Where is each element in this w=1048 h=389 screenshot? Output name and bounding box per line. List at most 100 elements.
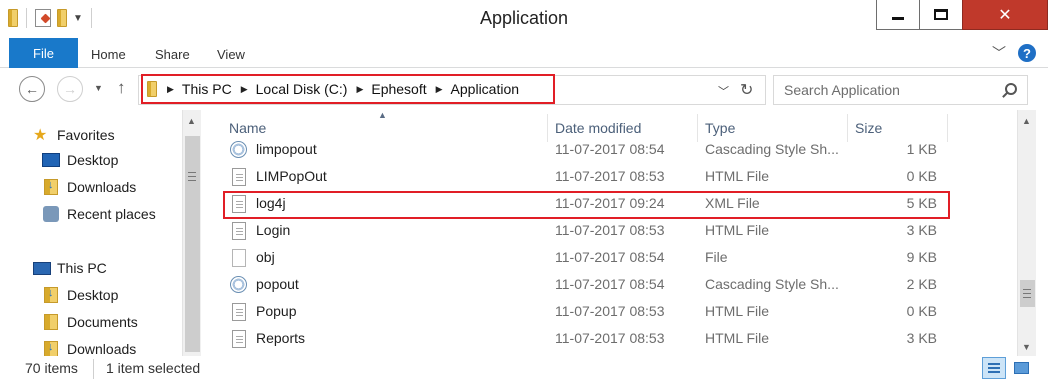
file-row-limpopout[interactable]: limpopout 11-07-2017 08:54 Cascading Sty… [201, 137, 1017, 164]
up-arrow-icon[interactable]: ↑ [117, 78, 126, 98]
minimize-button[interactable] [876, 0, 920, 30]
forward-button[interactable]: → [57, 76, 83, 102]
tab-file[interactable]: File [9, 38, 78, 68]
tab-home[interactable]: Home [91, 47, 126, 62]
breadcrumb[interactable]: ▶ This PC ▶ Local Disk (C:) ▶ Ephesoft ▶… [141, 74, 555, 104]
file-size: 0 KB [906, 168, 937, 184]
nav-label: Desktop [67, 287, 119, 303]
html-file-icon [232, 168, 246, 186]
file-name: Login [256, 222, 291, 238]
file-row-obj[interactable]: obj 11-07-2017 08:54 File 9 KB [201, 245, 1017, 272]
nav-label: This PC [57, 260, 107, 276]
nav-item-desktop[interactable]: Desktop [44, 287, 118, 303]
nav-this-pc[interactable]: This PC [33, 260, 107, 276]
file-name: Reports [256, 330, 306, 346]
file-row-popout[interactable]: popout 11-07-2017 08:54 Cascading Style … [201, 272, 1017, 299]
search-icon[interactable] [1005, 83, 1017, 95]
scroll-up-icon[interactable]: ▲ [1022, 116, 1031, 126]
close-button[interactable]: ✕ [962, 0, 1048, 30]
large-icons-view-icon [1013, 362, 1029, 374]
file-size: 0 KB [906, 303, 937, 319]
folder-icon [147, 81, 157, 97]
details-view-button[interactable] [982, 357, 1006, 379]
selection-count: 1 item selected [106, 360, 201, 376]
file-name: limpopout [256, 141, 317, 157]
breadcrumb-application[interactable]: Application [451, 81, 520, 97]
scroll-up-icon[interactable]: ▲ [187, 116, 196, 126]
file-date: 11-07-2017 08:54 [555, 141, 665, 157]
back-button[interactable]: ← [19, 76, 45, 102]
file-row-limpopout-html[interactable]: LIMPopOut 11-07-2017 08:53 HTML File 0 K… [201, 164, 1017, 191]
item-count: 70 items [25, 360, 78, 376]
scrollbar-thumb[interactable] [185, 136, 200, 352]
file-type: HTML File [705, 222, 770, 238]
nav-item-downloads[interactable]: Downloads [44, 179, 136, 195]
file-row-login[interactable]: Login 11-07-2017 08:53 HTML File 3 KB [201, 218, 1017, 245]
file-date: 11-07-2017 08:53 [555, 222, 665, 238]
search-input[interactable]: Search Application [773, 75, 1028, 105]
file-type: HTML File [705, 330, 770, 346]
file-list-scrollbar[interactable]: ▲ ▼ [1017, 110, 1036, 356]
file-name: popout [256, 276, 299, 292]
nav-label: Favorites [57, 127, 115, 143]
star-icon: ★ [33, 127, 48, 144]
maximize-button[interactable] [919, 0, 963, 30]
tab-view[interactable]: View [217, 47, 245, 62]
file-type: HTML File [705, 168, 770, 184]
file-date: 11-07-2017 08:54 [555, 249, 665, 265]
breadcrumb-arrow-icon[interactable]: ▶ [167, 84, 174, 95]
nav-item-documents[interactable]: Documents [44, 314, 138, 330]
nav-item-downloads[interactable]: Downloads [44, 341, 136, 356]
file-type: File [705, 249, 728, 265]
file-date: 11-07-2017 08:53 [555, 330, 665, 346]
minimize-icon [892, 17, 904, 20]
recent-places-icon [43, 206, 59, 222]
ribbon-controls: ﹀ ? [992, 43, 1036, 63]
breadcrumb-local-disk[interactable]: Local Disk (C:) [256, 81, 348, 97]
recent-locations-icon[interactable]: ▼ [94, 83, 103, 93]
downloads-icon [44, 341, 58, 356]
file-type: HTML File [705, 303, 770, 319]
breadcrumb-arrow-icon[interactable]: ▶ [436, 84, 443, 95]
documents-folder-icon [44, 314, 58, 330]
status-bar: 70 items 1 item selected [0, 356, 1048, 389]
file-date: 11-07-2017 08:53 [555, 168, 665, 184]
navigation-pane-scrollbar[interactable]: ▲ [182, 110, 201, 356]
status-divider [93, 359, 94, 379]
breadcrumb-arrow-icon[interactable]: ▶ [356, 84, 363, 95]
scroll-down-icon[interactable]: ▼ [1022, 342, 1031, 352]
navigation-pane: ★ Favorites Desktop Downloads Recent pla… [0, 110, 182, 356]
refresh-icon[interactable]: ↻ [740, 80, 753, 100]
blank-file-icon [232, 249, 246, 267]
html-file-icon [232, 330, 246, 348]
large-icons-view-button[interactable] [1010, 357, 1032, 379]
nav-item-desktop[interactable]: Desktop [42, 152, 118, 168]
nav-label: Downloads [67, 179, 137, 195]
file-size: 2 KB [906, 276, 937, 292]
html-file-icon [232, 222, 246, 240]
desktop-icon [42, 153, 60, 167]
file-date: 11-07-2017 08:54 [555, 276, 665, 292]
breadcrumb-arrow-icon[interactable]: ▶ [241, 84, 248, 95]
help-icon[interactable]: ? [1018, 44, 1036, 62]
maximize-icon [934, 9, 948, 20]
file-size: 3 KB [906, 330, 937, 346]
close-icon: ✕ [998, 6, 1012, 24]
file-name: obj [256, 249, 275, 265]
css-file-icon [230, 276, 247, 293]
file-row-popup[interactable]: Popup 11-07-2017 08:53 HTML File 0 KB [201, 299, 1017, 326]
nav-item-recent-places[interactable]: Recent places [43, 206, 156, 222]
breadcrumb-this-pc[interactable]: This PC [182, 81, 232, 97]
breadcrumb-ephesoft[interactable]: Ephesoft [371, 81, 426, 97]
file-name: LIMPopOut [256, 168, 327, 184]
file-row-reports[interactable]: Reports 11-07-2017 08:53 HTML File 3 KB [201, 326, 1017, 353]
expand-ribbon-icon[interactable]: ﹀ [992, 43, 1006, 63]
tab-share[interactable]: Share [155, 47, 190, 62]
navigation-bar: ← → ▼ ↑ ▶ This PC ▶ Local Disk (C:) ▶ Ep… [0, 68, 1048, 110]
ribbon-tabs: File Home Share View ﹀ ? [0, 38, 1048, 68]
nav-label: Desktop [67, 152, 119, 168]
address-dropdown-icon[interactable]: ﹀ [718, 83, 729, 99]
nav-favorites[interactable]: ★ Favorites [33, 125, 115, 145]
details-view-icon [988, 363, 1000, 373]
file-name: Popup [256, 303, 297, 319]
